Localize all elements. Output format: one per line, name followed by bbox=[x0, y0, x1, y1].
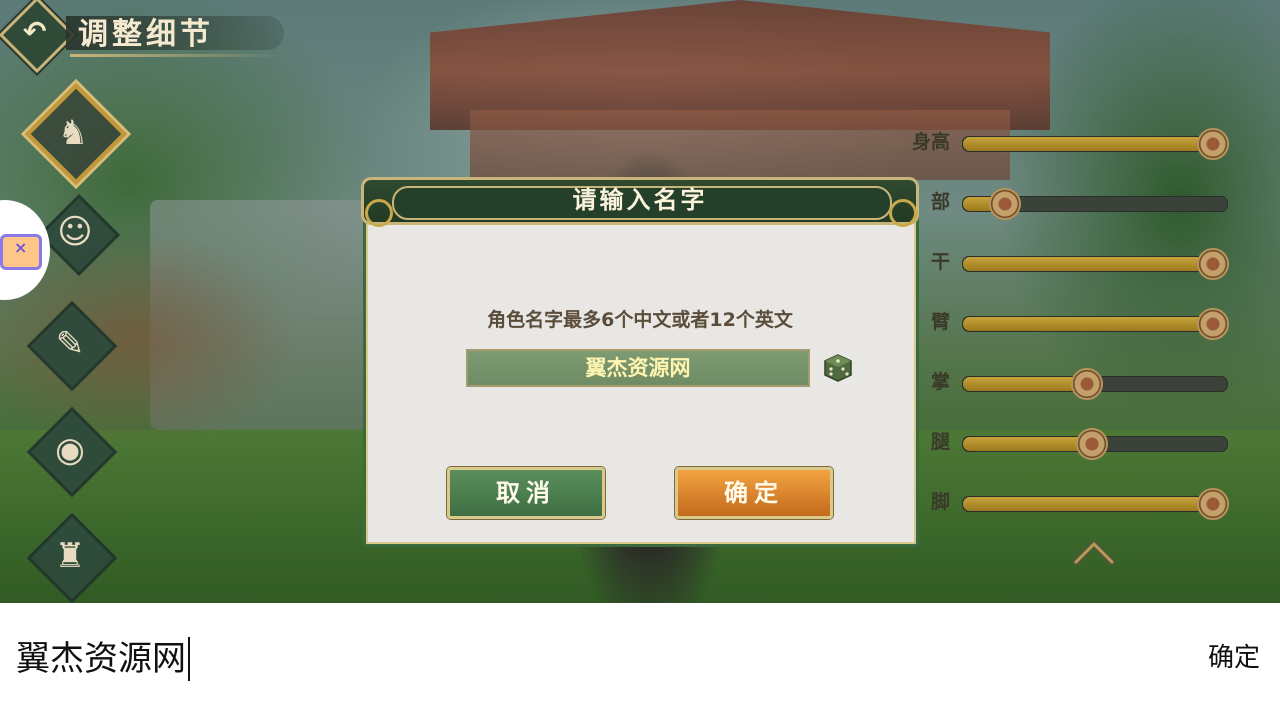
slider-fill bbox=[963, 497, 1227, 511]
slider-knob[interactable] bbox=[1076, 428, 1109, 460]
hair-icon: ♞ bbox=[57, 113, 89, 153]
slider-row: 臂 bbox=[880, 305, 1260, 341]
slider-track[interactable] bbox=[962, 428, 1228, 460]
title-underline bbox=[70, 54, 284, 57]
page-header: ↶ 调整细节 bbox=[0, 0, 286, 74]
slider-fill bbox=[963, 377, 1088, 391]
slider-knob[interactable] bbox=[1197, 248, 1229, 280]
slider-row: 身高 bbox=[880, 125, 1260, 161]
slider-track[interactable] bbox=[962, 488, 1229, 520]
ime-input-bar: 翼杰资源网 确定 bbox=[0, 603, 1280, 720]
chevron-up-icon[interactable] bbox=[1072, 532, 1116, 568]
robe-icon: ♜ bbox=[54, 536, 86, 576]
close-small-icon: × bbox=[14, 238, 28, 257]
random-dice-icon[interactable] bbox=[823, 353, 853, 383]
slider-track[interactable] bbox=[962, 308, 1229, 340]
slider-track[interactable] bbox=[962, 248, 1229, 280]
slider-fill bbox=[963, 317, 1227, 331]
slider-row: 腿 bbox=[880, 425, 1260, 461]
ime-confirm-button[interactable]: 确定 bbox=[1208, 641, 1260, 675]
name-input-field[interactable]: 翼杰资源网 bbox=[466, 349, 810, 387]
slider-knob[interactable] bbox=[1197, 128, 1229, 160]
name-input-dialog: 请输入名字 角色名字最多6个中文或者12个英文 翼杰资源网 取消 确定 bbox=[361, 175, 919, 547]
back-arrow-icon: ↶ bbox=[23, 15, 47, 48]
eye-icon: ◉ bbox=[55, 430, 85, 470]
slider-row: 干 bbox=[880, 245, 1260, 281]
slider-track[interactable] bbox=[962, 368, 1228, 400]
slider-knob[interactable] bbox=[1071, 368, 1104, 400]
cancel-button[interactable]: 取消 bbox=[447, 467, 605, 519]
name-length-hint: 角色名字最多6个中文或者12个英文 bbox=[487, 309, 793, 331]
slider-row: 脚 bbox=[880, 485, 1260, 521]
slider-row: 掌 bbox=[880, 365, 1260, 401]
slider-fill bbox=[963, 257, 1227, 271]
slider-label: 身高 bbox=[911, 131, 950, 153]
dialog-title: 请输入名字 bbox=[572, 185, 708, 214]
slider-track[interactable] bbox=[962, 128, 1229, 160]
slider-knob[interactable] bbox=[1197, 488, 1229, 520]
ime-text-input[interactable]: 翼杰资源网 bbox=[16, 637, 190, 681]
page-title: 调整细节 bbox=[78, 17, 214, 52]
brush-icon: ✎ bbox=[55, 324, 85, 364]
slider-track[interactable] bbox=[962, 188, 1228, 220]
slider-fill bbox=[963, 137, 1227, 151]
face-icon: ☺ bbox=[57, 212, 93, 252]
slider-knob[interactable] bbox=[1197, 308, 1229, 340]
slider-knob[interactable] bbox=[989, 188, 1022, 220]
slider-row: 部 bbox=[880, 185, 1260, 221]
slider-fill bbox=[963, 437, 1093, 451]
confirm-button[interactable]: 确定 bbox=[675, 467, 833, 519]
